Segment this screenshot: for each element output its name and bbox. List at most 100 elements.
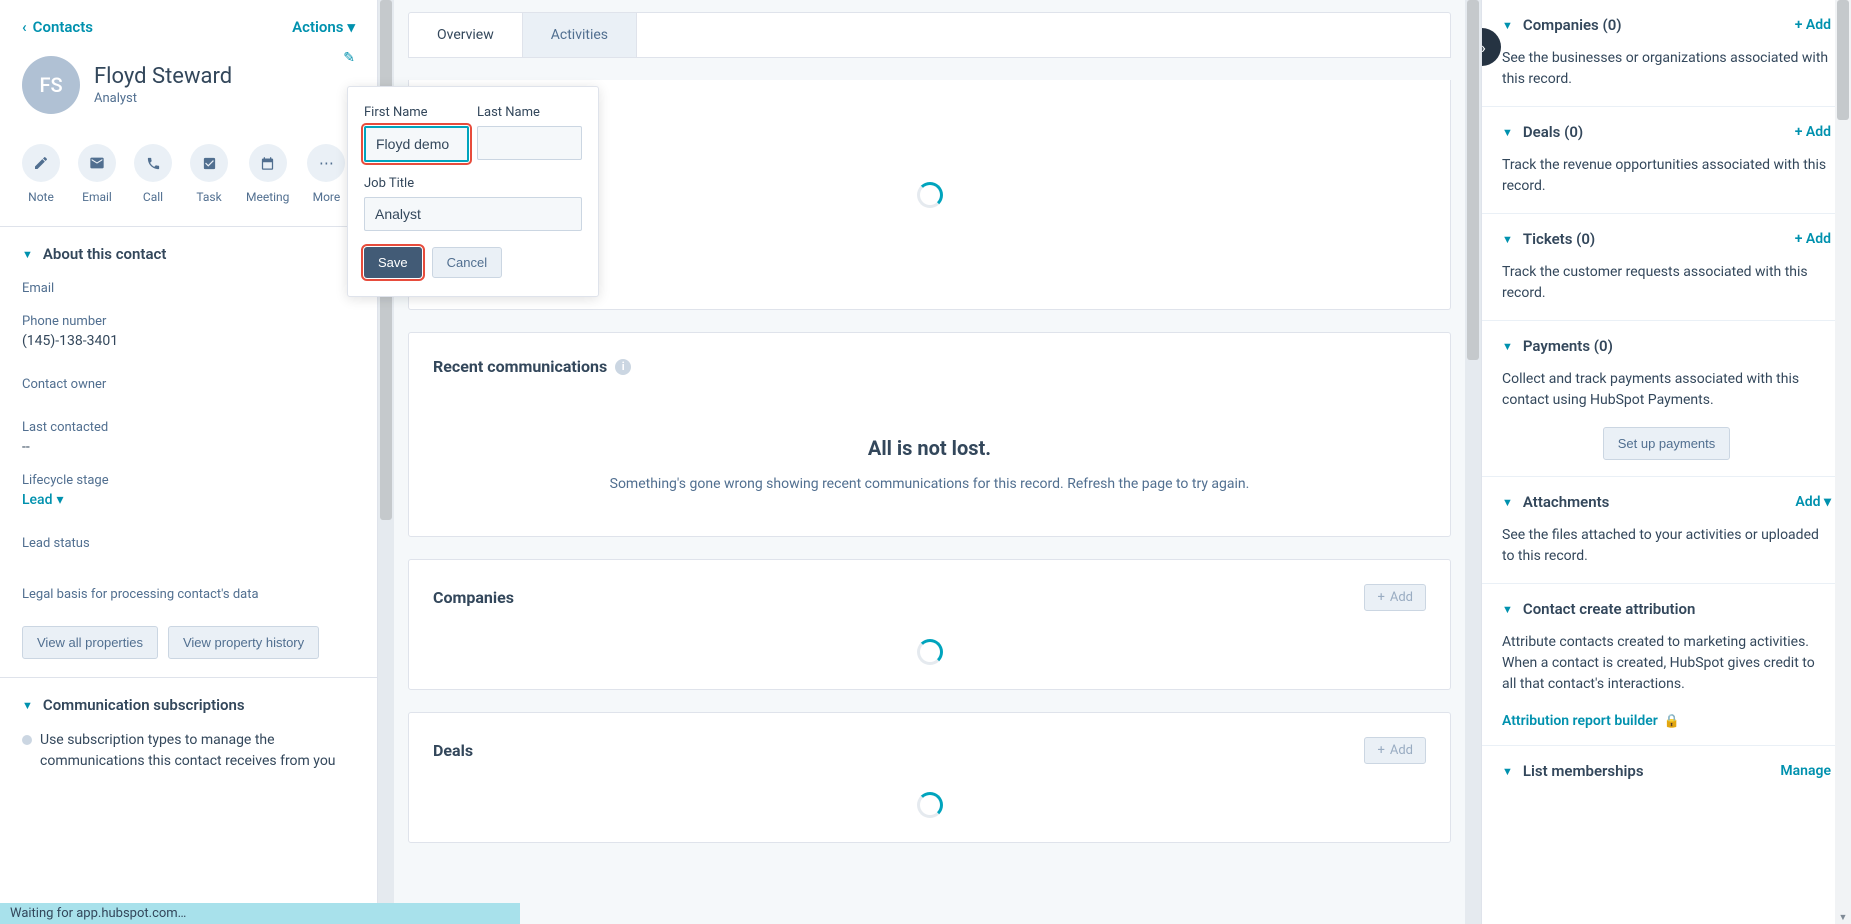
cancel-button[interactable]: Cancel	[432, 247, 502, 278]
companies-card: Companies + Add	[408, 559, 1451, 690]
tab-overview[interactable]: Overview	[409, 13, 523, 57]
recent-communications-card: Recent communications i All is not lost.…	[408, 332, 1451, 537]
mid-scrollbar[interactable]	[1465, 0, 1481, 924]
view-property-history-button[interactable]: View property history	[168, 626, 319, 659]
save-button[interactable]: Save	[364, 247, 422, 278]
add-label: Add	[1390, 743, 1413, 758]
add-label: Add	[1390, 590, 1413, 605]
status-dot-icon	[22, 735, 32, 745]
attribution-link-label: Attribution report builder	[1502, 713, 1658, 729]
deals-title: Deals	[433, 741, 473, 760]
job-title-input[interactable]	[364, 197, 582, 231]
right-panel: » ▼ Companies (0) + Add See the business…	[1481, 0, 1851, 924]
chevron-down-icon: ▼	[1502, 19, 1513, 32]
chevron-left-icon: ‹	[22, 18, 27, 36]
lead-status-label: Lead status	[22, 536, 355, 551]
browser-status-bar: Waiting for app.hubspot.com…	[0, 903, 520, 924]
meeting-button[interactable]: Meeting	[246, 144, 289, 204]
manage-lists-link[interactable]: Manage	[1780, 763, 1831, 779]
actions-dropdown[interactable]: Actions ▾	[292, 18, 355, 36]
more-button[interactable]: ⋯ More	[307, 144, 345, 204]
add-company-link[interactable]: + Add	[1795, 17, 1831, 33]
view-all-properties-button[interactable]: View all properties	[22, 626, 158, 659]
chevron-down-icon: ▼	[1502, 765, 1513, 778]
last-contacted-label: Last contacted	[22, 420, 355, 435]
caret-down-icon: ▾	[347, 18, 355, 36]
more-label: More	[313, 190, 341, 204]
more-icon: ⋯	[307, 144, 345, 182]
email-label: Email	[82, 190, 112, 204]
edit-name-popover: First Name Last Name Job Title Save Canc…	[347, 86, 599, 297]
add-deal-link[interactable]: + Add	[1795, 124, 1831, 140]
chevron-down-icon: ▼	[1502, 126, 1513, 139]
spinner-icon	[917, 639, 943, 665]
empty-state-message: Something's gone wrong showing recent co…	[433, 476, 1426, 492]
note-icon	[22, 144, 60, 182]
info-icon[interactable]: i	[615, 359, 631, 375]
add-label: Add	[1795, 494, 1820, 510]
about-heading: About this contact	[43, 245, 166, 263]
contact-job-title: Analyst	[94, 91, 232, 106]
lists-section-toggle[interactable]: ▼ List memberships	[1502, 762, 1644, 780]
add-attachment-link[interactable]: Add ▾	[1795, 494, 1831, 510]
task-label: Task	[196, 190, 221, 204]
deals-heading: Deals (0)	[1523, 123, 1583, 141]
spinner-icon	[917, 182, 943, 208]
add-company-button[interactable]: + Add	[1364, 584, 1426, 611]
email-icon	[78, 144, 116, 182]
chevron-down-icon: ▼	[22, 699, 33, 712]
lifecycle-dropdown[interactable]: Lead ▾	[22, 492, 64, 508]
first-name-label: First Name	[364, 105, 469, 120]
attribution-section-toggle[interactable]: ▼ Contact create attribution	[1502, 600, 1695, 618]
chevron-down-icon: ▼	[1502, 340, 1513, 353]
subscriptions-section-toggle[interactable]: ▼ Communication subscriptions	[22, 696, 355, 714]
back-label: Contacts	[33, 18, 93, 36]
plus-icon: +	[1377, 743, 1384, 758]
companies-section-toggle[interactable]: ▼ Companies (0)	[1502, 16, 1622, 34]
quick-actions: Note Email Call Task	[0, 126, 377, 227]
payments-section-toggle[interactable]: ▼ Payments (0)	[1502, 337, 1613, 355]
companies-title: Companies	[433, 588, 514, 607]
last-name-label: Last Name	[477, 105, 582, 120]
deals-desc: Track the revenue opportunities associat…	[1502, 155, 1831, 197]
edit-name-icon[interactable]: ✎	[343, 50, 355, 66]
chevron-down-icon: ▼	[1502, 233, 1513, 246]
tickets-section-toggle[interactable]: ▼ Tickets (0)	[1502, 230, 1595, 248]
last-name-input[interactable]	[477, 126, 582, 160]
task-button[interactable]: Task	[190, 144, 228, 204]
last-contacted-value: --	[22, 439, 355, 455]
plus-icon: +	[1377, 590, 1384, 605]
attribution-report-link[interactable]: Attribution report builder 🔒	[1502, 713, 1680, 729]
call-button[interactable]: Call	[134, 144, 172, 204]
note-button[interactable]: Note	[22, 144, 60, 204]
legal-basis-label: Legal basis for processing contact's dat…	[22, 587, 355, 602]
spinner-icon	[917, 792, 943, 818]
subscriptions-heading: Communication subscriptions	[43, 696, 245, 714]
about-section-toggle[interactable]: ▼ About this contact	[22, 245, 355, 263]
contact-name: Floyd Steward	[94, 64, 232, 89]
actions-label: Actions	[292, 18, 343, 36]
tickets-heading: Tickets (0)	[1523, 230, 1595, 248]
first-name-input[interactable]	[364, 126, 469, 162]
email-label: Email	[22, 281, 355, 296]
add-ticket-link[interactable]: + Add	[1795, 231, 1831, 247]
add-deal-button[interactable]: + Add	[1364, 737, 1426, 764]
attachments-section-toggle[interactable]: ▼ Attachments	[1502, 493, 1609, 511]
deals-section-toggle[interactable]: ▼ Deals (0)	[1502, 123, 1583, 141]
right-scrollbar[interactable]: ▼	[1835, 0, 1851, 924]
lifecycle-label: Lifecycle stage	[22, 473, 355, 488]
phone-icon	[134, 144, 172, 182]
phone-value[interactable]: (145)-138-3401	[22, 333, 355, 349]
scroll-down-icon[interactable]: ▼	[1837, 910, 1849, 924]
avatar: FS	[22, 56, 80, 114]
back-to-contacts[interactable]: ‹ Contacts	[22, 18, 93, 36]
setup-payments-button[interactable]: Set up payments	[1603, 427, 1731, 460]
meeting-label: Meeting	[246, 190, 289, 204]
lock-icon: 🔒	[1664, 714, 1680, 729]
tickets-desc: Track the customer requests associated w…	[1502, 262, 1831, 304]
lifecycle-value: Lead	[22, 492, 53, 508]
tab-activities[interactable]: Activities	[523, 13, 637, 57]
phone-label: Phone number	[22, 314, 355, 329]
owner-label: Contact owner	[22, 377, 355, 392]
email-button[interactable]: Email	[78, 144, 116, 204]
